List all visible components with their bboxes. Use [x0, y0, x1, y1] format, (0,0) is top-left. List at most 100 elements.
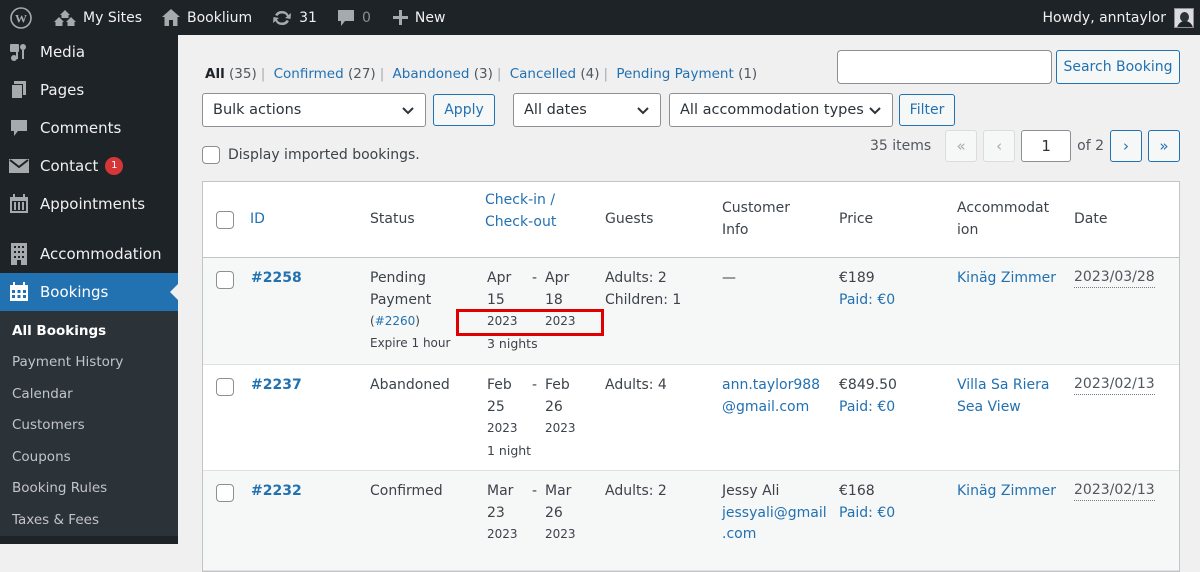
checkin-date: Mar 23 2023 — [487, 481, 518, 546]
sidebar-item-contact[interactable]: Contact 1 — [0, 147, 178, 185]
view-pending-payment[interactable]: Pending Payment — [616, 66, 733, 82]
submenu-booking-rules[interactable]: Booking Rules — [0, 473, 178, 505]
checkout-year: 2023 — [545, 527, 576, 541]
booking-id-link[interactable]: #2232 — [251, 481, 302, 503]
svg-text:W: W — [15, 11, 27, 25]
wordpress-logo-button[interactable]: W — [0, 0, 40, 35]
submenu-calendar[interactable]: Calendar — [0, 378, 178, 410]
row-checkbox[interactable] — [216, 378, 234, 396]
select-all-checkbox[interactable] — [216, 211, 234, 229]
filter-button[interactable]: Filter — [899, 94, 955, 126]
site-name-menu[interactable]: Booklium — [154, 0, 260, 35]
view-count: (3) — [473, 66, 493, 82]
column-id[interactable]: ID — [250, 209, 265, 231]
total-pages: of 2 — [1077, 138, 1104, 154]
guests-info: Adults: 4 — [605, 377, 667, 393]
paid-link[interactable]: Paid: €0 — [839, 505, 895, 521]
customer-info: Jessy Ali jessyali@gmail .com — [722, 481, 827, 546]
avatar — [1174, 7, 1194, 28]
envelope-icon — [9, 156, 29, 176]
next-page-button[interactable]: › — [1110, 130, 1142, 162]
sidebar-label: Appointments — [40, 195, 146, 213]
dates-select[interactable]: All dates — [513, 93, 661, 127]
my-sites-menu[interactable]: My Sites — [46, 0, 150, 35]
view-all[interactable]: All — [205, 66, 225, 82]
view-cancelled[interactable]: Cancelled — [510, 66, 576, 82]
checkout-year: 2023 — [545, 421, 576, 435]
column-date: Date — [1074, 211, 1108, 227]
checkout-month: Mar — [545, 483, 572, 499]
search-input[interactable] — [837, 50, 1052, 84]
price-info: €189 Paid: €0 — [839, 268, 895, 311]
search-booking-button[interactable]: Search Booking — [1056, 50, 1180, 84]
customer-info: — — [722, 270, 736, 286]
accommodation-types-select[interactable]: All accommodation types — [669, 93, 893, 127]
adults-count: Adults: 2 — [605, 270, 667, 286]
paid-link[interactable]: Paid: €0 — [839, 399, 895, 415]
related-booking-link[interactable]: #2260 — [375, 314, 416, 328]
column-checkin-checkout[interactable]: Check-in / Check-out — [485, 190, 556, 233]
checkout-month: Apr — [545, 270, 570, 286]
updates-count: 31 — [299, 9, 317, 26]
pages-icon — [9, 80, 29, 100]
submenu-taxes-fees[interactable]: Taxes & Fees — [0, 504, 178, 536]
sidebar-item-pages[interactable]: Pages — [0, 71, 178, 109]
view-count: (1) — [738, 66, 758, 82]
checkout-date: Feb 26 2023 — [545, 375, 576, 440]
calendar-icon — [9, 282, 29, 302]
checkin-month: Apr — [487, 270, 512, 286]
last-page-button[interactable]: » — [1148, 130, 1180, 162]
sidebar-label: Comments — [40, 119, 122, 137]
paid-link[interactable]: Paid: €0 — [839, 292, 895, 308]
updates-button[interactable]: 31 — [264, 0, 325, 35]
booking-id-link[interactable]: #2258 — [251, 268, 302, 290]
sidebar-item-appointments[interactable]: Appointments — [0, 185, 178, 223]
new-content-button[interactable]: New — [385, 0, 454, 35]
sidebar-item-bookings[interactable]: Bookings — [0, 273, 178, 311]
status-line: Payment — [370, 291, 432, 308]
bulk-actions-select[interactable]: Bulk actions — [202, 93, 426, 127]
main-content: All (35) | Confirmed (27) | Abandoned (3) |… — [178, 35, 1200, 572]
submenu-coupons[interactable]: Coupons — [0, 441, 178, 473]
display-imported-toggle[interactable]: Display imported bookings. — [202, 146, 420, 164]
accommodation-link[interactable]: Kinäg Zimmer — [957, 481, 1056, 503]
view-confirmed[interactable]: Confirmed — [274, 66, 344, 82]
apply-button[interactable]: Apply — [433, 94, 495, 126]
sidebar-item-comments[interactable]: Comments — [0, 109, 178, 147]
booking-id-link[interactable]: #2237 — [251, 375, 302, 397]
sidebar-label: Accommodation — [40, 245, 162, 263]
view-abandoned[interactable]: Abandoned — [393, 66, 470, 82]
checkin-year: 2023 — [487, 527, 518, 541]
my-sites-icon — [54, 9, 76, 26]
paren: ) — [415, 314, 420, 328]
booking-date: 2023/02/13 — [1074, 375, 1155, 395]
status-filter-links: All (35) | Confirmed (27) | Abandoned (3) |… — [205, 66, 757, 82]
date-separator: - — [532, 483, 538, 499]
column-customer-line: Customer — [722, 200, 791, 216]
sidebar-item-media[interactable]: Media — [0, 33, 178, 71]
display-imported-checkbox[interactable] — [202, 146, 220, 164]
checkin-year: 2023 — [487, 421, 518, 435]
my-sites-label: My Sites — [83, 9, 142, 26]
current-page-input[interactable]: 1 — [1021, 130, 1072, 162]
email-line: .com — [722, 526, 757, 542]
submenu-all-bookings[interactable]: All Bookings — [0, 315, 178, 347]
comments-button[interactable]: 0 — [329, 0, 379, 35]
account-menu[interactable]: Howdy, anntaylor — [1042, 0, 1194, 35]
media-icon — [9, 42, 29, 62]
customer-email-link[interactable]: jessyali@gmail .com — [722, 505, 827, 543]
checkin-month: Mar — [487, 483, 514, 499]
accommodation-link[interactable]: Villa Sa Riera Sea View — [957, 375, 1049, 418]
row-checkbox[interactable] — [216, 484, 234, 502]
submenu-customers[interactable]: Customers — [0, 410, 178, 442]
row-checkbox[interactable] — [216, 271, 234, 289]
accommodation-link[interactable]: Kinäg Zimmer — [957, 268, 1056, 290]
sidebar-item-accommodation[interactable]: Accommodation — [0, 235, 178, 273]
updates-icon — [273, 10, 292, 25]
customer-name: Jessy Ali — [722, 483, 780, 499]
submenu-payment-history[interactable]: Payment History — [0, 347, 178, 379]
customer-email-link[interactable]: ann.taylor988 @gmail.com — [722, 375, 820, 418]
price-value: €168 — [839, 483, 875, 499]
home-icon — [162, 9, 180, 26]
notification-badge: 1 — [105, 157, 124, 175]
